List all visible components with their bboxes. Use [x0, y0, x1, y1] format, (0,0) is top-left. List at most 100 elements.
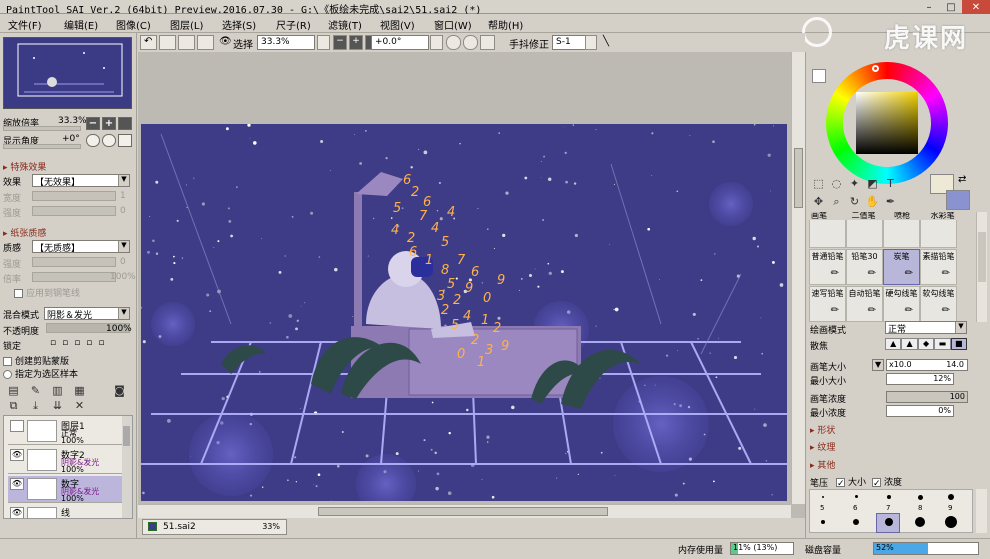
hue-marker[interactable]	[872, 65, 879, 72]
size-preset-dot[interactable]	[887, 495, 891, 499]
pressure-density-checkbox[interactable]: ✓ 浓度	[872, 475, 902, 489]
shape-section-header[interactable]: ▸ 形状	[810, 423, 835, 436]
brush-slot[interactable]	[846, 220, 883, 248]
selection-eye-icon[interactable]: 👁	[219, 36, 232, 47]
density-slider[interactable]: 100	[886, 391, 968, 403]
hand-tool-icon[interactable]: ✋	[865, 194, 880, 209]
pressure-size-checkbox[interactable]: ✓ 大小	[836, 475, 866, 489]
brush-regular-pencil[interactable]: 普通铅笔 ✏	[809, 249, 846, 285]
artwork-canvas[interactable]: 6256424561876592304152239012974	[141, 124, 787, 501]
edge-option-icon[interactable]: ▲	[901, 338, 918, 350]
edge-option-selected-icon[interactable]: ■	[950, 338, 968, 350]
angle-slider[interactable]	[3, 144, 81, 149]
merge-visible-icon[interactable]: ⇊	[50, 398, 65, 413]
stabilizer-dropdown-button[interactable]	[585, 35, 597, 50]
menu-select[interactable]: 选择(S)	[222, 17, 256, 32]
effects-section-header[interactable]: ▸ 特殊效果	[3, 160, 46, 173]
edge-option-icon[interactable]: ▬	[934, 338, 951, 350]
nav-rotate-left-button[interactable]	[86, 134, 100, 147]
text-tool-icon[interactable]: T	[883, 176, 898, 191]
zoom-out-button[interactable]: −	[333, 35, 347, 50]
layer-item[interactable]: 👁 线	[8, 505, 132, 518]
brush-hard-liner[interactable]: 硬勾线笔 ✏	[883, 286, 920, 322]
zoom-tool-icon[interactable]: ⌕	[829, 194, 844, 209]
menu-image[interactable]: 图像(C)	[116, 17, 151, 32]
menu-edit[interactable]: 编辑(E)	[64, 17, 98, 32]
min-size-slider[interactable]: 12%	[886, 373, 954, 385]
nav-rotate-right-button[interactable]	[102, 134, 116, 147]
rotate-right-button[interactable]	[463, 35, 478, 50]
copy-layer-icon[interactable]: ⧉	[6, 398, 21, 413]
size-preset-dot[interactable]	[885, 518, 893, 526]
delete-layer-icon[interactable]: ✕	[72, 398, 87, 413]
texture-strength-slider[interactable]	[32, 257, 116, 267]
visibility-toggle-icon[interactable]	[10, 420, 24, 432]
size-preset-dot[interactable]	[821, 520, 825, 524]
effect-width-slider[interactable]	[32, 191, 116, 201]
new-mask-icon[interactable]: ▦	[72, 383, 87, 398]
vertical-scroll-thumb[interactable]	[794, 148, 803, 208]
min-density-slider[interactable]: 0%	[886, 405, 954, 417]
effect-strength-slider[interactable]	[32, 206, 116, 216]
color-wheel-toggle-icon[interactable]	[812, 69, 826, 83]
texture-select[interactable]: 【无质感】 ▼	[32, 240, 130, 254]
menu-filter[interactable]: 滤镜(T)	[328, 17, 362, 32]
saturation-value-square[interactable]	[856, 92, 918, 154]
visibility-eye-icon[interactable]: 👁	[10, 478, 24, 490]
invert-selection-button[interactable]	[197, 35, 214, 50]
rotate-reset-button[interactable]	[480, 35, 495, 50]
layer-item-selected[interactable]: 👁 数字 阴影&发光 100%	[8, 476, 132, 503]
brush-pencil30[interactable]: 铅笔30 ✏	[846, 249, 883, 285]
canvas-vertical-scrollbar[interactable]	[791, 52, 805, 504]
brush-auto-pencil[interactable]: 自动铅笔 ✏	[846, 286, 883, 322]
rotation-field[interactable]: +0.0°	[371, 35, 429, 50]
texture-section-header[interactable]: ▸ 纹理	[810, 440, 835, 453]
selection-source-checkbox[interactable]: 指定为选区样本	[3, 367, 78, 380]
brush-header-0[interactable]: 画笔	[811, 212, 827, 220]
paint-mode-select[interactable]: 正常 ▼	[885, 321, 967, 335]
nav-zoom-out-button[interactable]: −	[86, 117, 100, 130]
blend-mode-select[interactable]: 阴影＆发光 ▼	[44, 307, 130, 321]
menu-window[interactable]: 窗口(W)	[434, 17, 472, 32]
layer-list-scrollbar[interactable]	[122, 416, 132, 518]
rotation-dropdown-button[interactable]	[430, 35, 443, 50]
size-preset-dot[interactable]	[948, 494, 954, 500]
size-preset-dot[interactable]	[822, 496, 824, 498]
picker-icon[interactable]: ◩	[865, 176, 880, 191]
canvas-horizontal-scrollbar[interactable]	[138, 504, 791, 518]
line-tool-icon[interactable]: ╲	[603, 36, 609, 47]
zoom-in-button[interactable]: +	[349, 35, 363, 50]
merge-down-icon[interactable]: ⤓	[28, 398, 43, 413]
lock-options[interactable]: ▫▫▫▫▫	[50, 338, 111, 348]
zoom-slider[interactable]	[3, 126, 81, 131]
close-button[interactable]: ✕	[962, 0, 990, 14]
new-vector-layer-icon[interactable]: ✎	[28, 383, 43, 398]
brush-sketch-pencil[interactable]: 素描铅笔 ✏	[920, 249, 957, 285]
brush-palette-scrollbar[interactable]	[976, 212, 987, 322]
move-icon[interactable]: ✥	[811, 194, 826, 209]
brush-soft-liner[interactable]: 软勾线笔 ✏	[920, 286, 957, 322]
brush-header-2[interactable]: 喷枪	[894, 212, 910, 220]
color-wheel[interactable]	[826, 62, 948, 184]
edge-option-icon[interactable]: ▲	[885, 338, 902, 350]
undo-button[interactable]: ↶	[140, 35, 157, 50]
effect-select[interactable]: 【无效果】 ▼	[32, 174, 130, 188]
menu-help[interactable]: 帮助(H)	[488, 17, 523, 32]
brush-quick-pencil[interactable]: 速写铅笔 ✏	[809, 286, 846, 322]
visibility-eye-icon[interactable]: 👁	[10, 507, 24, 518]
zoom-dropdown-button[interactable]	[317, 35, 330, 50]
layer-mask-icon[interactable]: ◙	[112, 383, 127, 398]
presets-scrollbar[interactable]	[976, 489, 987, 533]
texture-section-header[interactable]: ▸ 纸张质感	[3, 226, 46, 239]
edge-option-icon[interactable]: ◆	[917, 338, 935, 350]
layer-item[interactable]: 👁 数字2 阴影&发光 100%	[8, 447, 132, 474]
menu-layer[interactable]: 图层(L)	[170, 17, 203, 32]
navigator-preview[interactable]	[3, 37, 132, 109]
size-preset-dot[interactable]	[918, 495, 923, 500]
other-section-header[interactable]: ▸ 其他	[810, 458, 835, 471]
size-mult-dropdown[interactable]: ▼	[872, 359, 884, 371]
nav-zoom-reset-button[interactable]	[118, 117, 132, 130]
secondary-color-swatch[interactable]	[946, 190, 970, 210]
brush-header-1[interactable]: 二值笔	[852, 212, 876, 220]
new-folder-icon[interactable]: ▥	[50, 383, 65, 398]
